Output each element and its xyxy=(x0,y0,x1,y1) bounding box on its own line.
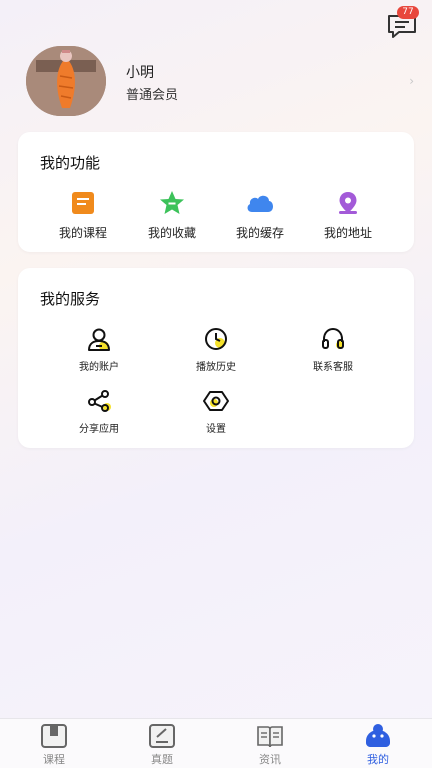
profile-tab-icon xyxy=(366,724,390,747)
settings-icon xyxy=(203,391,229,411)
course-icon xyxy=(72,192,94,214)
membership-level: 普通会员 xyxy=(126,88,179,103)
tab-exam-label: 真题 xyxy=(151,753,173,766)
tab-profile[interactable]: 我的 xyxy=(348,723,408,767)
my-address-button[interactable]: 我的地址 xyxy=(309,190,387,241)
tab-profile-label: 我的 xyxy=(367,753,389,766)
location-icon xyxy=(339,192,357,214)
headset-icon xyxy=(322,327,344,349)
news-tab-icon xyxy=(257,726,283,748)
my-courses-button[interactable]: 我的课程 xyxy=(44,190,122,241)
services-title: 我的服务 xyxy=(40,290,101,308)
my-favorites-button[interactable]: 我的收藏 xyxy=(133,190,211,241)
my-courses-label: 我的课程 xyxy=(58,226,107,240)
settings-button[interactable]: 设置 xyxy=(171,388,261,435)
exam-tab-icon xyxy=(149,724,175,748)
play-history-label: 播放历史 xyxy=(196,362,236,373)
share-app-label: 分享应用 xyxy=(79,424,119,435)
my-account-button[interactable]: 我的账户 xyxy=(54,326,144,373)
bottom-tab-bar: 课程 真题 资讯 我的 xyxy=(0,718,432,768)
my-cache-button[interactable]: 我的缓存 xyxy=(221,190,299,241)
course-tab-icon xyxy=(41,724,67,748)
tab-news-label: 资讯 xyxy=(259,753,281,766)
my-account-label: 我的账户 xyxy=(79,362,119,373)
user-icon xyxy=(88,328,110,351)
username: 小明 xyxy=(126,65,154,81)
customer-service-button[interactable]: 联系客服 xyxy=(288,326,378,373)
clock-icon xyxy=(205,328,227,350)
settings-label: 设置 xyxy=(206,424,226,435)
avatar-image xyxy=(26,46,106,116)
functions-card: 我的功能 我的课程 我的收藏 我的缓存 我的地址 xyxy=(18,132,414,252)
star-icon xyxy=(160,191,184,214)
my-address-label: 我的地址 xyxy=(323,226,372,240)
my-favorites-label: 我的收藏 xyxy=(147,226,196,240)
tab-courses-label: 课程 xyxy=(43,753,65,766)
share-app-button[interactable]: 分享应用 xyxy=(54,388,144,435)
my-cache-label: 我的缓存 xyxy=(235,226,284,240)
customer-service-label: 联系客服 xyxy=(313,362,353,373)
avatar[interactable] xyxy=(26,46,106,116)
message-badge: 77 xyxy=(397,6,419,19)
tab-news[interactable]: 资讯 xyxy=(240,723,300,767)
functions-title: 我的功能 xyxy=(40,154,101,172)
cloud-icon xyxy=(247,195,273,212)
services-card: 我的服务 我的账户 播放历史 联系客服 分享应用 设置 xyxy=(18,268,414,448)
chevron-right-icon: › xyxy=(409,74,414,88)
share-icon xyxy=(88,390,111,412)
tab-exam[interactable]: 真题 xyxy=(132,723,192,767)
profile-header[interactable]: 小明 普通会员 › xyxy=(26,44,416,116)
tab-courses[interactable]: 课程 xyxy=(24,723,84,767)
play-history-button[interactable]: 播放历史 xyxy=(171,326,261,373)
